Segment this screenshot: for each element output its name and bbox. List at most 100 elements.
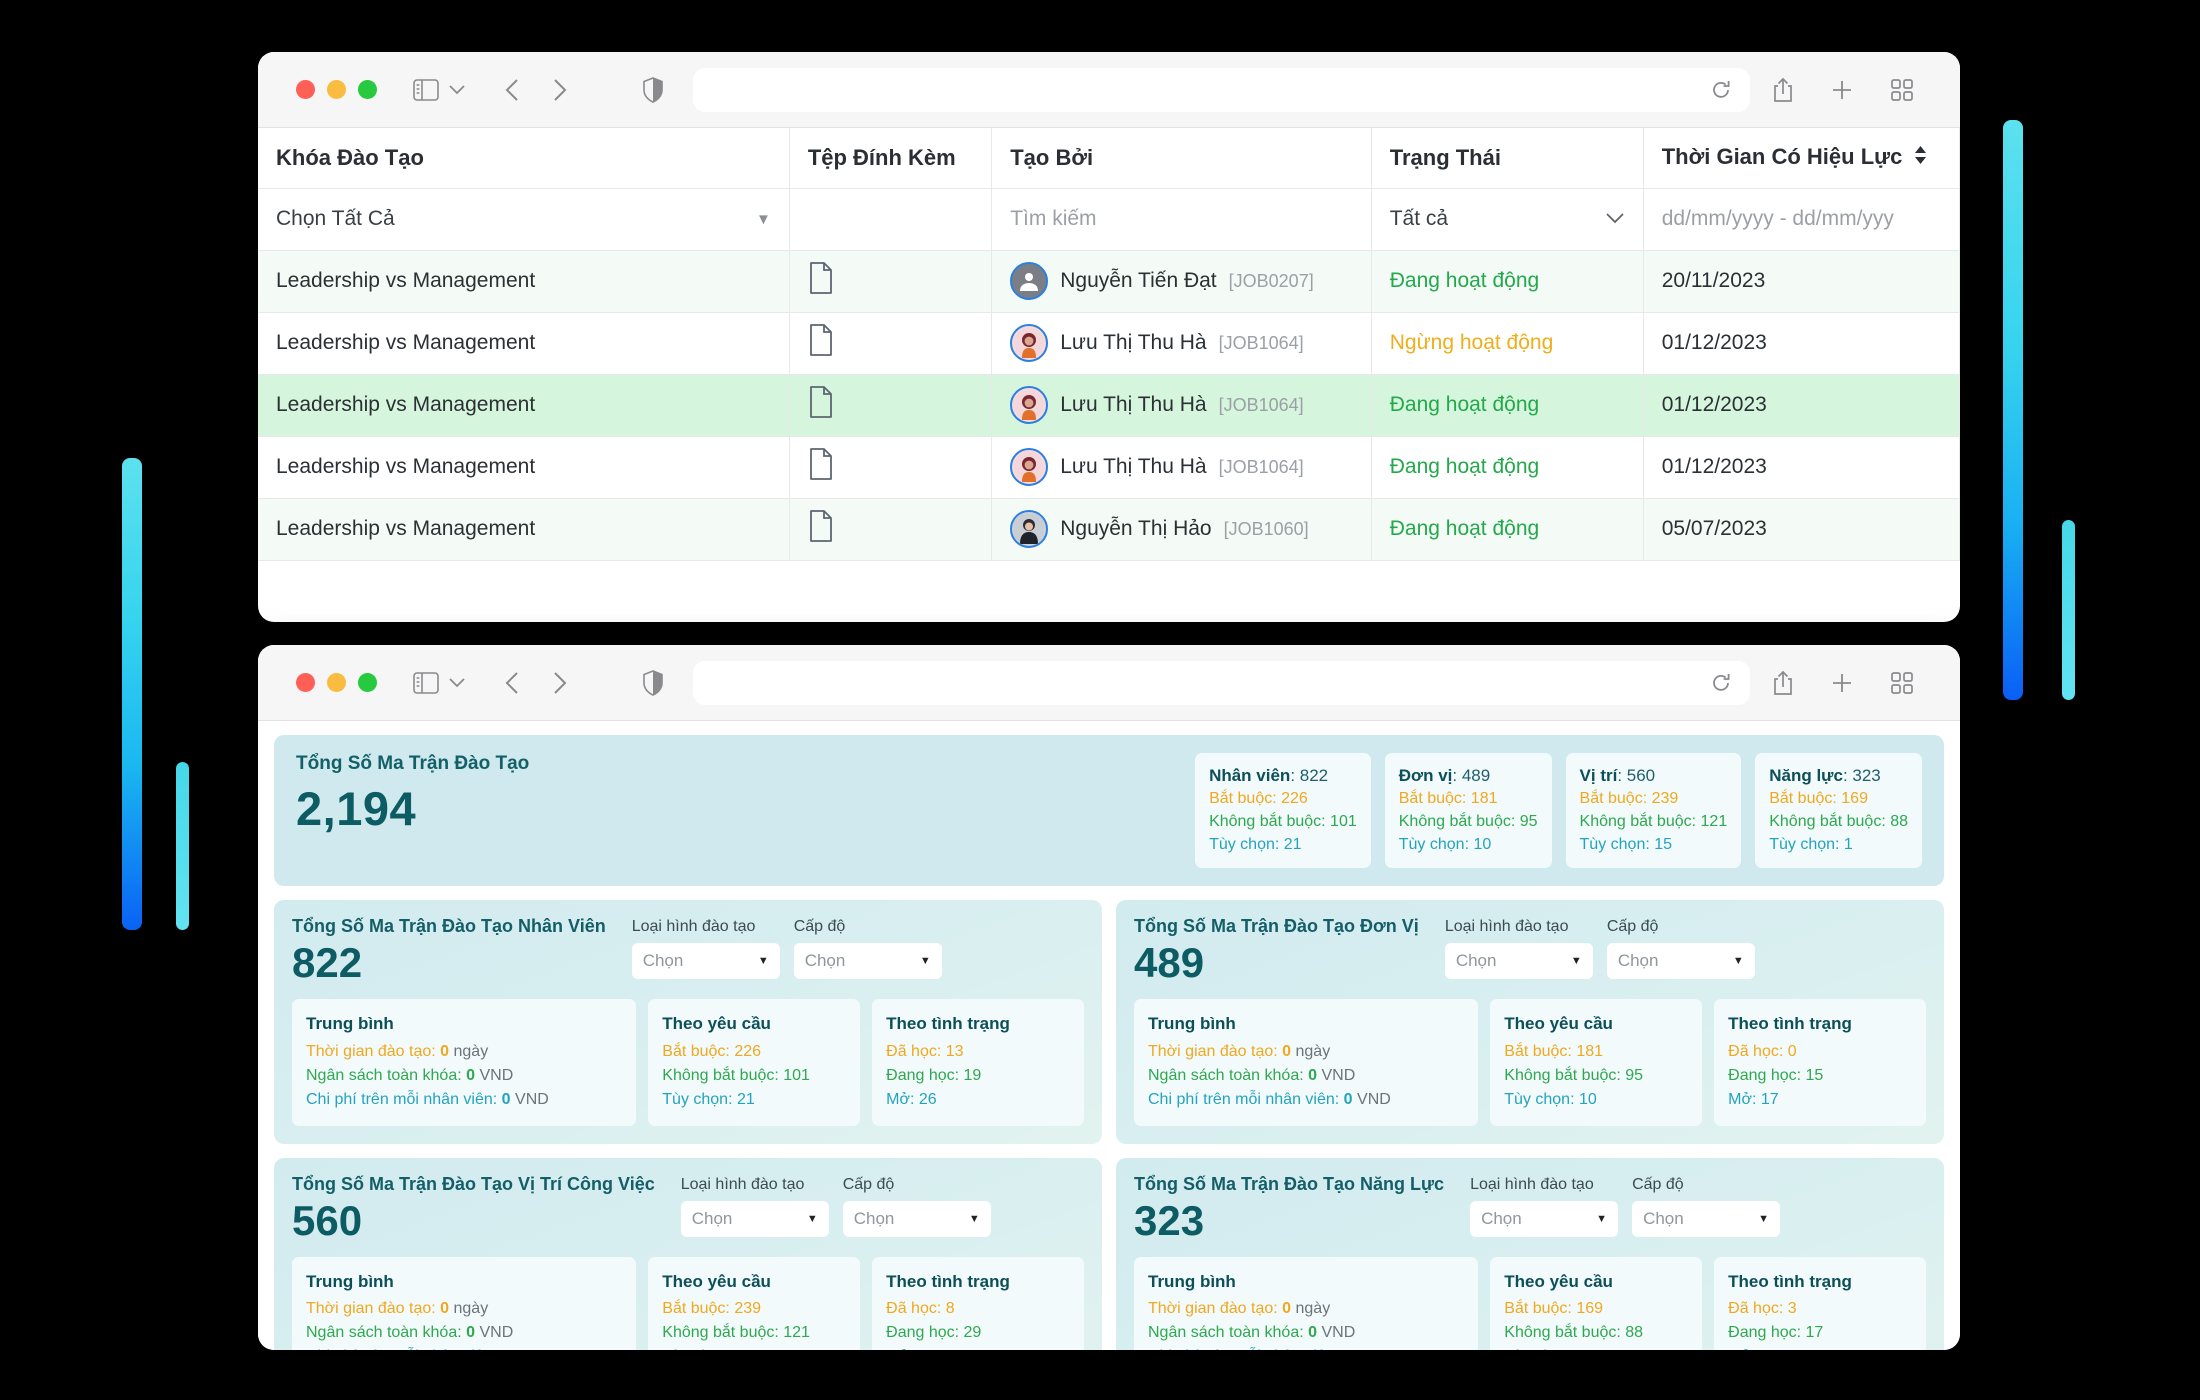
cell-attachment[interactable] xyxy=(789,498,993,561)
summary-banner: Tổng Số Ma Trận Đào Tạo 2,194 Nhân viên:… xyxy=(274,735,1944,887)
address-bar[interactable] xyxy=(693,67,1750,112)
chevron-down-icon[interactable] xyxy=(449,677,465,688)
cell-effective-date: 01/12/2023 xyxy=(1643,374,1960,437)
table-row[interactable]: Leadership vs Management Nguyễn Thị Hảo [J… xyxy=(258,498,1960,561)
training-type-select[interactable]: Chọn ▼ xyxy=(1470,1200,1619,1237)
cell-status: Đang hoạt động xyxy=(1371,250,1644,313)
panel-custom: Tùy chọn: 10 xyxy=(1504,1090,1597,1108)
close-window-button-2[interactable] xyxy=(296,673,315,692)
level-select[interactable]: Chọn ▼ xyxy=(1606,943,1755,980)
training-type-select[interactable]: Chọn ▼ xyxy=(680,1200,829,1237)
sidebar-icon[interactable] xyxy=(413,78,439,101)
cell-creator: Lưu Thị Thu Hà [JOB1064] xyxy=(991,436,1372,499)
back-arrow-icon[interactable] xyxy=(505,671,519,695)
cell-attachment[interactable] xyxy=(789,250,993,313)
date-range-input[interactable]: dd/mm/yyyy - dd/mm/yyy xyxy=(1662,207,1941,231)
window-traffic-lights-2 xyxy=(296,673,377,692)
mini-optional: Không bắt buộc: 101 xyxy=(1209,812,1357,830)
panel-open: Mở: 26 xyxy=(886,1090,937,1108)
mini-required: Bắt buộc: 239 xyxy=(1579,790,1679,808)
course-filter-select[interactable]: Chọn Tất Cả ▼ xyxy=(276,207,771,231)
cell-creator: Nguyễn Thị Hảo [JOB1060] xyxy=(991,498,1372,561)
reload-icon[interactable] xyxy=(1710,672,1732,694)
table-filter-row: Chọn Tất Cả ▼ Tìm kiếm Tất cả dd/mm/yyyy… xyxy=(258,188,1960,251)
training-type-select[interactable]: Chọn ▼ xyxy=(631,943,780,980)
shield-icon[interactable] xyxy=(643,669,663,696)
panel-average-budget: Ngân sách toàn khóa: 0 VND xyxy=(1148,1066,1356,1084)
table-row[interactable]: Leadership vs Management Nguyễn Tiến Đạt [… xyxy=(258,250,1960,313)
date-range-placeholder: dd/mm/yyyy - dd/mm/yyy xyxy=(1661,207,1894,230)
creator-code: [JOB1064] xyxy=(1218,332,1304,353)
level-value: Chọn xyxy=(1617,951,1659,971)
panel-required: Bắt buộc: 169 xyxy=(1504,1300,1604,1318)
column-header-course[interactable]: Khóa Đào Tạo xyxy=(258,128,790,189)
cell-creator: Lưu Thị Thu Hà [JOB1064] xyxy=(991,312,1372,375)
mini-head: Vị trí: 560 xyxy=(1579,766,1656,785)
address-bar-2[interactable] xyxy=(693,660,1750,705)
avatar xyxy=(1010,386,1049,424)
training-type-select[interactable]: Chọn ▼ xyxy=(1444,943,1593,980)
cell-attachment[interactable] xyxy=(789,312,993,375)
level-select[interactable]: Chọn ▼ xyxy=(793,943,942,980)
filter-cell-creator: Tìm kiếm xyxy=(991,188,1372,251)
back-arrow-icon[interactable] xyxy=(505,78,519,102)
panel-status-title: Theo tình trạng xyxy=(1728,1014,1852,1034)
panel-requirement: Theo yêu cầu Bắt buộc: 226 Không bắt buộc:… xyxy=(648,999,861,1126)
forward-arrow-icon[interactable] xyxy=(553,78,567,102)
select-label-level: Cấp độ xyxy=(842,1175,895,1193)
select-label-type: Loại hình đào tạo xyxy=(680,1175,805,1193)
document-icon[interactable] xyxy=(808,324,834,361)
mini-custom: Tùy chọn: 15 xyxy=(1579,835,1673,853)
creator-search-input[interactable]: Tìm kiếm xyxy=(1010,207,1353,231)
panel-optional: Không bắt buộc: 121 xyxy=(662,1324,810,1342)
reload-icon[interactable] xyxy=(1710,79,1732,101)
column-header-status[interactable]: Trạng Thái xyxy=(1371,128,1644,189)
creator-code: [JOB1060] xyxy=(1223,518,1309,539)
shield-icon[interactable] xyxy=(643,76,663,103)
status-badge: Đang hoạt động xyxy=(1389,269,1540,292)
panel-average: Trung bình Thời gian đào tạo: 0 ngày Ngân … xyxy=(1134,1256,1479,1350)
document-icon[interactable] xyxy=(808,262,834,299)
mini-optional: Không bắt buộc: 95 xyxy=(1398,812,1538,830)
filter-cell-course: Chọn Tất Cả ▼ xyxy=(258,188,790,251)
maximize-window-button-2[interactable] xyxy=(358,673,377,692)
share-icon[interactable] xyxy=(1772,670,1794,696)
close-window-button[interactable] xyxy=(296,80,315,99)
document-icon[interactable] xyxy=(808,448,834,485)
card-title: Tổng Số Ma Trận Đào Tạo Vị Trí Công Việc xyxy=(292,1173,655,1194)
column-header-effective-date[interactable]: Thời Gian Có Hiệu Lực xyxy=(1643,128,1960,189)
table-row[interactable]: Leadership vs Management Lưu Thị Thu Hà [J… xyxy=(258,436,1960,499)
tab-overview-icon[interactable] xyxy=(1890,671,1914,695)
mini-required: Bắt buộc: 226 xyxy=(1209,790,1308,808)
cell-attachment[interactable] xyxy=(789,436,993,499)
status-filter-select[interactable]: Tất cả xyxy=(1390,207,1625,231)
chevron-down-icon[interactable] xyxy=(449,84,465,95)
level-select[interactable]: Chọn ▼ xyxy=(1632,1200,1781,1237)
plus-icon[interactable] xyxy=(1830,671,1854,695)
table-row[interactable]: Leadership vs Management Lưu Thị Thu Hà [J… xyxy=(258,312,1960,375)
forward-arrow-icon[interactable] xyxy=(553,671,567,695)
cell-attachment[interactable] xyxy=(789,374,993,437)
sort-icon[interactable] xyxy=(1914,145,1927,171)
creator-code: [JOB0207] xyxy=(1228,270,1314,291)
cell-creator: Nguyễn Tiến Đạt [JOB0207] xyxy=(991,250,1372,313)
table-row[interactable]: Leadership vs Management Lưu Thị Thu Hà [J… xyxy=(258,374,1960,437)
status-badge: Ngừng hoạt động xyxy=(1389,331,1554,354)
panel-average-budget: Ngân sách toàn khóa: 0 VND xyxy=(1148,1324,1356,1342)
document-icon[interactable] xyxy=(808,386,834,423)
document-icon[interactable] xyxy=(808,510,834,547)
minimize-window-button[interactable] xyxy=(327,80,346,99)
training-matrix-table: Khóa Đào Tạo Tệp Đính Kèm Tạo Bởi Trạng … xyxy=(258,128,1960,561)
status-badge: Đang hoạt động xyxy=(1389,393,1540,416)
tab-overview-icon[interactable] xyxy=(1890,78,1914,102)
maximize-window-button[interactable] xyxy=(358,80,377,99)
level-select[interactable]: Chọn ▼ xyxy=(842,1200,991,1237)
column-header-attachment[interactable]: Tệp Đính Kèm xyxy=(789,128,993,189)
share-icon[interactable] xyxy=(1772,77,1794,103)
column-header-creator[interactable]: Tạo Bởi xyxy=(991,128,1372,189)
minimize-window-button-2[interactable] xyxy=(327,673,346,692)
sidebar-icon[interactable] xyxy=(413,671,439,694)
card-title: Tổng Số Ma Trận Đào Tạo Đơn Vị xyxy=(1134,916,1419,937)
chevron-down-icon: ▼ xyxy=(806,1212,818,1225)
plus-icon[interactable] xyxy=(1830,78,1854,102)
